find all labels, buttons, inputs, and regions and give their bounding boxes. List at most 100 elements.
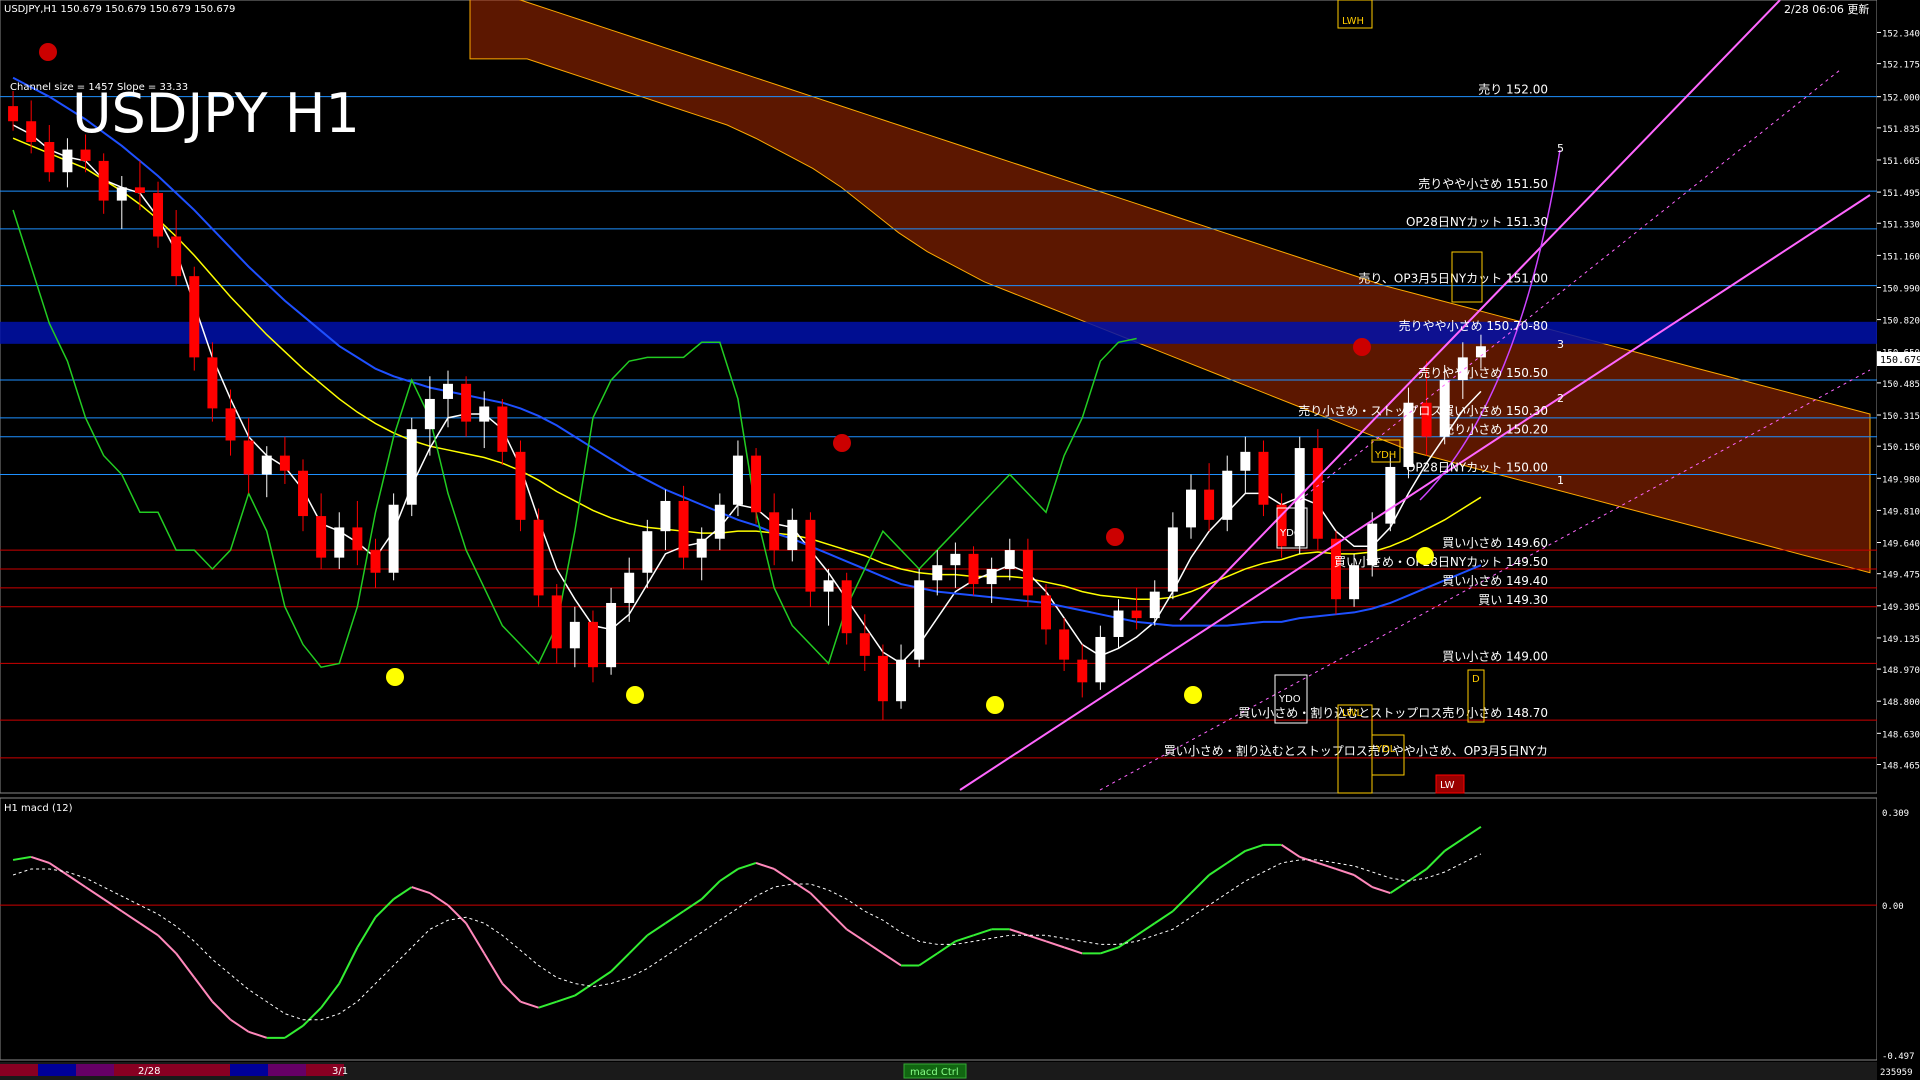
footer-segment — [76, 1064, 114, 1076]
level-label: 買い小さめ・割り込むとストップロス売りやや小さめ、OP3月5日NYカ — [1164, 743, 1548, 758]
candle-body — [678, 500, 689, 558]
macd-tick-label: -0.497 — [1882, 1052, 1915, 1062]
candle-body — [352, 527, 363, 551]
candle-body — [1258, 451, 1269, 505]
candle-body — [443, 383, 453, 399]
candle-body — [26, 121, 37, 143]
price-tick-label: 151.330 — [1882, 220, 1920, 230]
candle-body — [80, 149, 91, 161]
candle-body — [189, 276, 200, 358]
price-tick-label: 152.000 — [1882, 94, 1920, 104]
buy-signal-marker — [1184, 686, 1202, 704]
price-tick-label: 150.150 — [1882, 443, 1920, 453]
candle-body — [515, 451, 526, 520]
macd-tick-label: 0.00 — [1882, 902, 1904, 912]
symbol-info: USDJPY,H1 150.679 150.679 150.679 150.67… — [4, 4, 235, 15]
level-label: 買い小さめ 149.40 — [1442, 574, 1548, 588]
candle-body — [225, 408, 236, 441]
price-tick-label: 149.640 — [1882, 540, 1920, 550]
box-label-lw: LW — [1440, 780, 1455, 791]
sell-signal-marker — [1353, 338, 1371, 356]
candle-body — [479, 406, 490, 422]
candle-body — [841, 580, 852, 634]
footer-number: 235959 — [1880, 1068, 1913, 1078]
candle-body — [370, 550, 381, 573]
wave-label-1: 1 — [1557, 474, 1564, 487]
wave-label-3: 3 — [1557, 338, 1564, 351]
buy-signal-marker — [1416, 547, 1434, 565]
candle-body — [569, 621, 580, 649]
footer-bar: 2/28 3/1 macd Ctrl 235959 — [0, 1062, 1913, 1080]
level-label: 買い 149.30 — [1478, 593, 1548, 607]
candle-body — [914, 580, 925, 660]
timestamp: 2/28 06:06 更新 — [1784, 2, 1869, 16]
candle-body — [769, 512, 780, 551]
footer-segment — [0, 1064, 38, 1076]
price-tick-label: 150.485 — [1882, 380, 1920, 390]
candle-body — [1240, 451, 1251, 471]
chart-area[interactable]: 売り 152.00 売りやや小さめ 151.50 OP28日NYカット 151.30… — [0, 0, 1920, 1080]
candle-body — [298, 470, 308, 517]
candle-body — [624, 572, 635, 603]
candle-body — [279, 455, 290, 471]
candle-body — [1059, 629, 1070, 660]
level-label: 売りやや小さめ 150.70-80 — [1399, 318, 1548, 333]
price-tick-label: 149.305 — [1882, 603, 1920, 613]
price-tick-label: 149.475 — [1882, 571, 1920, 581]
candle-body — [751, 455, 762, 513]
candle-body — [1222, 470, 1233, 520]
candle-body — [859, 633, 870, 656]
candle-body — [1077, 659, 1088, 683]
footer-segment — [38, 1064, 76, 1076]
price-tick-label: 152.340 — [1882, 29, 1920, 39]
candle-body — [551, 595, 562, 649]
candle-body — [932, 565, 943, 581]
box-label-lwl: LWL — [1342, 708, 1363, 719]
candle-body — [533, 519, 544, 596]
candle-body — [461, 383, 472, 422]
macd-ctrl-tab-label: macd Ctrl — [910, 1067, 959, 1078]
macd-plot-frame — [0, 797, 1878, 1061]
level-label: OP28日NYカット 151.30 — [1406, 215, 1548, 229]
candle-body — [153, 193, 164, 237]
candle-body — [243, 440, 254, 475]
level-label: 売り小さめ・ストップロス買い小さめ 150.30 — [1298, 403, 1548, 418]
candle-body — [732, 455, 743, 505]
candle-body — [1204, 489, 1215, 520]
box-label-ydo: YDO — [1278, 694, 1301, 705]
candle-body — [896, 659, 907, 702]
sell-signal-marker — [833, 434, 851, 452]
level-label: 買い小さめ 149.60 — [1442, 536, 1548, 550]
box-label-ydc: YDC — [1279, 528, 1301, 539]
candle-body — [1186, 489, 1196, 528]
candle-body — [1349, 565, 1360, 600]
candle-body — [1004, 550, 1015, 569]
candle-body — [1041, 595, 1051, 630]
candle-body — [134, 187, 145, 194]
level-label: 買い小さめ・OP28日NYカット 149.50 — [1334, 555, 1548, 569]
candle-body — [316, 516, 327, 558]
footer-date-2: 3/1 — [332, 1066, 348, 1077]
footer-date-1: 2/28 — [138, 1066, 160, 1077]
price-tick-label: 149.980 — [1882, 475, 1920, 485]
candle-body — [1312, 448, 1323, 539]
candle-body — [1149, 591, 1160, 619]
candle-body — [44, 142, 55, 173]
sell-signal-marker — [39, 43, 57, 61]
candle-body — [805, 519, 816, 592]
level-label: 売りやや小さめ 151.50 — [1418, 176, 1548, 191]
candle-body — [1385, 466, 1396, 524]
level-band — [0, 321, 1877, 344]
candle-body — [8, 106, 19, 122]
price-tick-label: 152.175 — [1882, 61, 1920, 71]
price-tick-label: 148.465 — [1882, 761, 1920, 771]
price-tick-label: 151.835 — [1882, 125, 1920, 135]
price-tick-label: 150.315 — [1882, 412, 1920, 422]
wave-label-5: 5 — [1557, 142, 1564, 155]
candle-body — [696, 538, 707, 558]
footer-segment — [230, 1064, 268, 1076]
level-label: 売り小さめ 150.20 — [1442, 422, 1548, 437]
candle-body — [642, 531, 653, 573]
candle-body — [497, 406, 508, 452]
candle-body — [98, 160, 109, 201]
